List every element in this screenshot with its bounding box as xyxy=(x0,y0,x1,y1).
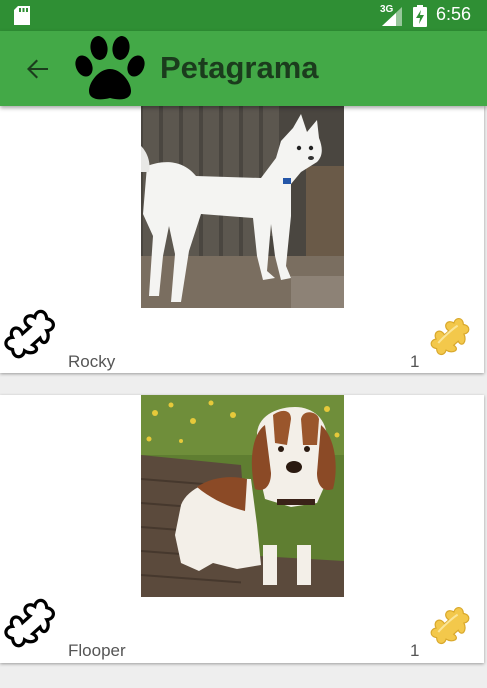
status-bar: 3G 6:56 xyxy=(0,0,487,31)
pet-name: Flooper xyxy=(68,641,126,660)
basset-hound-dog-photo xyxy=(141,395,344,597)
battery-charging-icon xyxy=(413,5,427,27)
app-bar: Petagrama xyxy=(0,31,487,106)
bone-outline-icon[interactable] xyxy=(0,306,70,374)
white-husky-dog-photo xyxy=(141,106,344,308)
clock: 6:56 xyxy=(436,4,472,24)
bone-rating-icon[interactable] xyxy=(427,603,481,657)
pet-photo xyxy=(141,395,344,597)
like-count: 1 xyxy=(410,352,420,371)
pet-name: Rocky xyxy=(68,352,116,371)
pet-card: Flooper 1 xyxy=(0,395,484,663)
back-arrow-icon[interactable] xyxy=(22,53,54,85)
like-count: 1 xyxy=(410,641,420,660)
signal-icon xyxy=(382,7,402,26)
pet-card: Rocky 1 xyxy=(0,106,484,373)
app-title: Petagrama xyxy=(160,50,319,85)
bone-rating-icon[interactable] xyxy=(427,314,481,368)
paw-icon xyxy=(75,36,145,100)
bone-outline-icon[interactable] xyxy=(0,595,70,663)
sd-card-icon xyxy=(14,6,30,25)
pet-photo xyxy=(141,106,344,308)
